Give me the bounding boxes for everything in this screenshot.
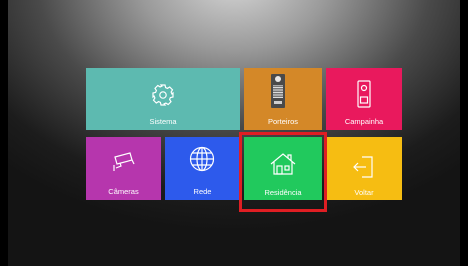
residencia-label: Residência <box>264 188 302 197</box>
voltar-tile[interactable]: Voltar <box>326 137 402 200</box>
cameras-tile[interactable]: Câmeras <box>86 137 161 200</box>
exit-icon <box>352 156 374 178</box>
menu-screen: Sistema Porteiros Campainha Câmeras Rede… <box>8 0 460 266</box>
doorbell-icon <box>357 80 371 108</box>
campainha-label: Campainha <box>344 117 384 126</box>
porteiros-label: Porteiros <box>267 117 298 126</box>
door-station-icon <box>271 74 285 108</box>
cameras-label: Câmeras <box>108 187 139 196</box>
sistema-tile[interactable]: Sistema <box>86 68 240 130</box>
rede-label: Rede <box>193 187 212 196</box>
globe-icon <box>189 146 215 172</box>
gear-icon <box>151 83 175 107</box>
house-icon <box>270 153 296 175</box>
voltar-label: Voltar <box>354 188 374 197</box>
security-camera-icon <box>112 151 136 173</box>
residencia-tile[interactable]: Residência <box>244 137 322 200</box>
sistema-label: Sistema <box>149 117 177 126</box>
rede-tile[interactable]: Rede <box>165 137 240 200</box>
campainha-tile[interactable]: Campainha <box>326 68 402 130</box>
